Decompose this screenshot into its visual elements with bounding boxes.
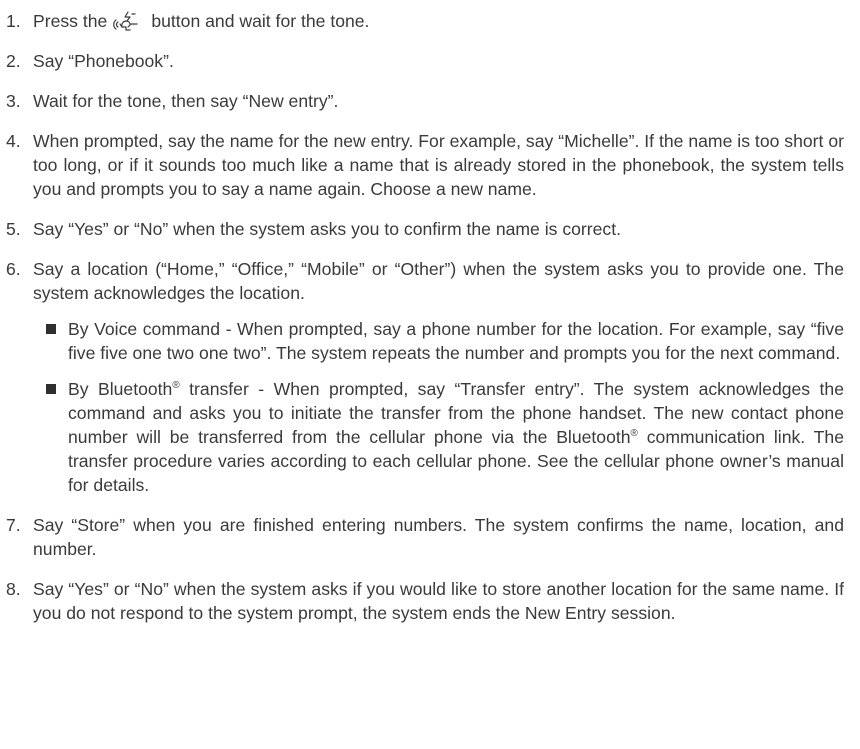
square-bullet-icon: [46, 324, 56, 334]
step-number: 2.: [6, 51, 21, 71]
step-number: 7.: [6, 515, 21, 535]
step-text: Say “Yes” or “No” when the system asks i…: [33, 579, 844, 623]
step-number: 3.: [6, 91, 21, 111]
bullet-bluetooth-transfer: By Bluetooth® transfer - When prompted, …: [46, 377, 844, 497]
step-number: 1.: [6, 11, 21, 31]
step-4: 4. When prompted, say the name for the n…: [0, 129, 844, 201]
step-number: 5.: [6, 219, 21, 239]
bullet-voice-command: By Voice command - When prompted, say a …: [46, 317, 844, 365]
step-7: 7. Say “Store” when you are finished ent…: [0, 513, 844, 561]
bullet-text: By Voice command - When prompted, say a …: [68, 319, 844, 363]
step-1: 1. Press the button and wait for the tone…: [0, 9, 844, 33]
step-text: Say “Yes” or “No” when the system asks y…: [33, 219, 621, 239]
step-text: Wait for the tone, then say “New entry”.: [33, 91, 339, 111]
step-5: 5. Say “Yes” or “No” when the system ask…: [0, 217, 844, 241]
bullet-text: By Bluetooth® transfer - When prompted, …: [68, 379, 845, 495]
voice-talk-icon: [111, 10, 145, 32]
step-number: 6.: [6, 259, 21, 279]
step-8: 8. Say “Yes” or “No” when the system ask…: [0, 577, 844, 625]
step-text: Say a location (“Home,” “Office,” “Mobil…: [33, 259, 844, 303]
step-number: 8.: [6, 579, 21, 599]
step-number: 4.: [6, 131, 21, 151]
step-text: Say “Store” when you are finished enteri…: [33, 515, 844, 559]
step-text: When prompted, say the name for the new …: [33, 131, 844, 199]
step-text: Say “Phonebook”.: [33, 51, 174, 71]
step-2: 2. Say “Phonebook”.: [0, 49, 844, 73]
step-6: 6. Say a location (“Home,” “Office,” “Mo…: [0, 257, 844, 305]
square-bullet-icon: [46, 384, 56, 394]
step-3: 3. Wait for the tone, then say “New entr…: [0, 89, 844, 113]
step-text: Press the button and wait for the tone.: [33, 10, 370, 32]
instruction-document: 1. Press the button and wait for the tone…: [0, 0, 860, 625]
